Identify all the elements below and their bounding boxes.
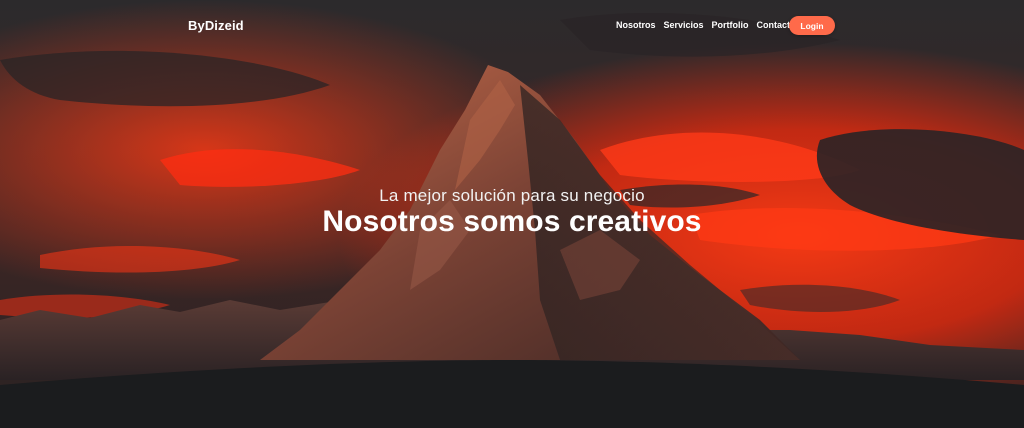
hero-subtitle: La mejor solución para su negocio [379, 186, 645, 205]
top-navbar: ByDizeid Nosotros Servicios Portfolio Co… [0, 0, 1024, 52]
hero-section: ByDizeid Nosotros Servicios Portfolio Co… [0, 0, 1024, 428]
nav-menu: Nosotros Servicios Portfolio Contacto [616, 20, 796, 30]
nav-link-portfolio[interactable]: Portfolio [712, 20, 749, 30]
nav-link-nosotros[interactable]: Nosotros [616, 20, 656, 30]
nav-link-servicios[interactable]: Servicios [664, 20, 704, 30]
hero-title: Nosotros somos creativos [322, 205, 702, 238]
login-button[interactable]: Login [789, 16, 835, 35]
brand-logo[interactable]: ByDizeid [188, 18, 244, 33]
